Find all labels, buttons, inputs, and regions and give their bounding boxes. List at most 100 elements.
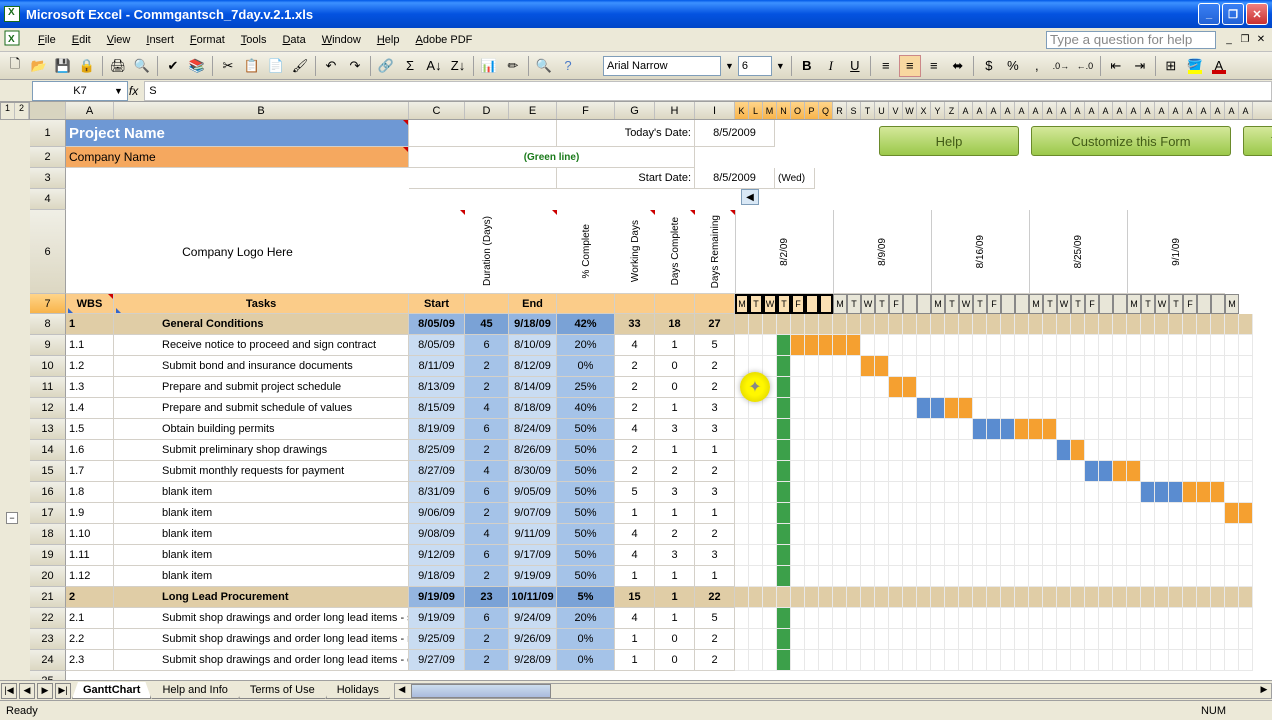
menu-item-adobe-pdf[interactable]: Adobe PDF (407, 31, 480, 49)
cell[interactable]: 2 (695, 356, 735, 377)
col-header[interactable]: A (1225, 102, 1239, 119)
col-header[interactable]: A (959, 102, 973, 119)
cell[interactable]: 9/08/09 (409, 524, 465, 545)
sort-asc-button[interactable]: A↓ (423, 55, 445, 77)
company-name-cell[interactable]: Company Name (66, 147, 409, 168)
cell[interactable]: 18 (655, 314, 695, 335)
cell[interactable]: 1.3 (66, 377, 114, 398)
row-header[interactable]: 21 (30, 587, 66, 608)
align-center-button[interactable]: ≡ (899, 55, 921, 77)
print-button[interactable]: 🖨 (107, 55, 129, 77)
col-header[interactable]: X (917, 102, 931, 119)
cell[interactable]: 2 (465, 356, 509, 377)
cell[interactable]: 2 (615, 356, 655, 377)
col-header[interactable]: A (1071, 102, 1085, 119)
cell[interactable]: 20% (557, 608, 615, 629)
borders-button[interactable]: ⊞ (1160, 55, 1182, 77)
col-header[interactable]: K (735, 102, 749, 119)
font-size-select[interactable] (738, 56, 772, 76)
sheet-tab[interactable]: Holidays (326, 682, 390, 699)
row-header[interactable]: 18 (30, 524, 66, 545)
cell[interactable]: 50% (557, 566, 615, 587)
cell[interactable]: 1 (655, 608, 695, 629)
cell[interactable]: 9/19/09 (509, 566, 557, 587)
col-header[interactable]: A (1099, 102, 1113, 119)
research-button[interactable]: 📚 (186, 55, 208, 77)
cell[interactable]: Prepare and submit project schedule (114, 377, 409, 398)
row-header[interactable]: 6 (30, 210, 66, 294)
cell[interactable]: 3 (695, 482, 735, 503)
table-row[interactable]: 1.1Receive notice to proceed and sign co… (66, 335, 1272, 356)
col-header[interactable]: O (791, 102, 805, 119)
menu-item-window[interactable]: Window (314, 31, 369, 49)
cell[interactable]: 8/12/09 (509, 356, 557, 377)
cell[interactable]: 9/19/09 (409, 608, 465, 629)
spreadsheet-grid[interactable]: A B C D E F G H I KLMNOPQRSTUVWXYZAAAAAA… (30, 102, 1272, 680)
col-header[interactable]: A (1183, 102, 1197, 119)
cell[interactable]: 1 (615, 566, 655, 587)
cell[interactable]: 40% (557, 398, 615, 419)
cell[interactable]: 3 (695, 419, 735, 440)
fill-color-button[interactable]: 🪣 (1184, 55, 1206, 77)
help-button-large[interactable]: Help (879, 126, 1019, 156)
cell[interactable]: 8/26/09 (509, 440, 557, 461)
cell[interactable]: 1 (695, 566, 735, 587)
cell[interactable]: 2 (655, 524, 695, 545)
hyperlink-button[interactable]: 🔗 (375, 55, 397, 77)
scrollbar-thumb[interactable] (411, 684, 551, 698)
cell[interactable]: 4 (465, 461, 509, 482)
cell[interactable]: 8/24/09 (509, 419, 557, 440)
cell[interactable]: 2 (615, 461, 655, 482)
cell[interactable]: 4 (615, 335, 655, 356)
cell[interactable]: 9/06/09 (409, 503, 465, 524)
cell[interactable]: 0 (655, 377, 695, 398)
cell[interactable]: 2 (655, 461, 695, 482)
align-right-button[interactable]: ≡ (923, 55, 945, 77)
cell[interactable]: 50% (557, 545, 615, 566)
cell[interactable]: 5 (695, 335, 735, 356)
cell[interactable]: 8/25/09 (409, 440, 465, 461)
cell[interactable]: 1 (66, 314, 114, 335)
save-button[interactable]: 💾 (52, 55, 74, 77)
col-header[interactable]: U (875, 102, 889, 119)
col-header[interactable]: A (1043, 102, 1057, 119)
col-header[interactable]: A (1155, 102, 1169, 119)
row-header[interactable]: 3 (30, 168, 66, 189)
cell[interactable]: 8/05/09 (409, 314, 465, 335)
cell[interactable]: 3 (695, 398, 735, 419)
cell[interactable]: 1 (695, 440, 735, 461)
cell[interactable]: 9/26/09 (509, 629, 557, 650)
col-header[interactable]: A (1169, 102, 1183, 119)
col-header[interactable]: A (1197, 102, 1211, 119)
cell[interactable]: 9/18/09 (409, 566, 465, 587)
cell[interactable]: blank item (114, 503, 409, 524)
cell[interactable]: 9/11/09 (509, 524, 557, 545)
cell[interactable]: 6 (465, 482, 509, 503)
cell[interactable]: 3 (655, 419, 695, 440)
font-color-button[interactable]: A (1208, 55, 1230, 77)
col-header[interactable]: A (1001, 102, 1015, 119)
cell[interactable]: 1.6 (66, 440, 114, 461)
row-header[interactable]: 25 (30, 671, 66, 680)
cell[interactable]: 0% (557, 629, 615, 650)
cell[interactable]: 50% (557, 524, 615, 545)
col-header[interactable]: G (615, 102, 655, 119)
table-row[interactable]: 1.5Obtain building permits8/19/0968/24/0… (66, 419, 1272, 440)
merge-center-button[interactable]: ⬌ (947, 55, 969, 77)
horizontal-scrollbar[interactable]: ◀ ▶ (394, 683, 1272, 699)
percent-button[interactable]: % (1002, 55, 1024, 77)
doc-close-button[interactable]: ✕ (1254, 33, 1268, 47)
cell[interactable]: 2 (695, 461, 735, 482)
table-row[interactable]: 1.12blank item9/18/0929/19/0950%111 (66, 566, 1272, 587)
col-header[interactable]: B (114, 102, 409, 119)
cell[interactable]: 0% (557, 650, 615, 671)
col-header[interactable]: A (1015, 102, 1029, 119)
decrease-indent-button[interactable]: ⇤ (1105, 55, 1127, 77)
comma-button[interactable]: , (1026, 55, 1048, 77)
cell[interactable]: 27 (695, 314, 735, 335)
cell[interactable]: blank item (114, 545, 409, 566)
cell[interactable]: 50% (557, 440, 615, 461)
col-header[interactable]: V (889, 102, 903, 119)
todays-date-value[interactable]: 8/5/2009 (695, 120, 775, 147)
cell[interactable]: 50% (557, 419, 615, 440)
